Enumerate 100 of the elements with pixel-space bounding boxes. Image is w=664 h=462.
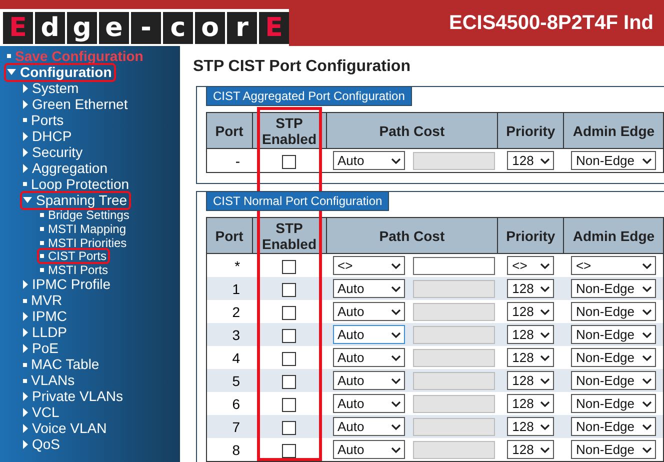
checkbox[interactable] xyxy=(282,306,296,320)
port-cell: - xyxy=(206,148,252,172)
page-title: STP CIST Port Configuration xyxy=(193,58,412,76)
chevron-down-icon xyxy=(390,422,401,430)
checkbox[interactable] xyxy=(282,420,296,435)
nav-item[interactable]: MSTI Priorities xyxy=(37,234,131,250)
bullet-icon xyxy=(40,226,44,231)
column-header: Port xyxy=(206,218,252,254)
priority-select[interactable]: 128 xyxy=(507,394,554,413)
checkbox[interactable] xyxy=(282,260,296,274)
admin-edge-select[interactable]: Non-Edge xyxy=(570,279,656,298)
priority-select[interactable]: <> xyxy=(507,256,554,275)
chevron-down-icon xyxy=(642,400,652,408)
path-cost-select[interactable]: Auto xyxy=(332,440,405,459)
nav-item[interactable]: Spanning Tree xyxy=(20,190,132,210)
nav-item[interactable]: DHCP xyxy=(20,126,76,146)
chevron-down-icon xyxy=(642,354,652,362)
nav-item[interactable]: Bridge Settings xyxy=(37,206,134,223)
chevron-down-icon xyxy=(642,422,652,430)
port-cell: 8 xyxy=(206,438,252,462)
chevron-down-icon xyxy=(642,330,652,338)
priority-select[interactable]: 128 xyxy=(507,348,554,367)
priority-select[interactable]: 128 xyxy=(507,279,554,298)
column-header: Path Cost xyxy=(326,218,498,254)
chevron-down-icon xyxy=(642,308,652,316)
admin-edge-select[interactable]: Non-Edge xyxy=(570,394,656,413)
admin-edge-select[interactable]: Non-Edge xyxy=(570,371,656,390)
checkbox[interactable] xyxy=(282,328,296,343)
path-cost-select[interactable]: Auto xyxy=(332,302,405,321)
chevron-down-icon xyxy=(540,400,550,408)
path-cost-select[interactable]: Auto xyxy=(332,325,405,344)
priority-select[interactable]: 128 xyxy=(507,151,554,170)
port-cell: 4 xyxy=(206,346,252,369)
logo-letter: E xyxy=(259,12,289,44)
nav-item[interactable]: Security xyxy=(20,142,87,162)
checkbox[interactable] xyxy=(282,374,296,389)
admin-edge-select[interactable]: Non-Edge xyxy=(570,348,656,367)
chevron-down-icon xyxy=(390,308,401,316)
admin-edge-select[interactable]: Non-Edge xyxy=(570,417,656,436)
priority-select[interactable]: 128 xyxy=(507,440,554,459)
path-cost-select[interactable]: Auto xyxy=(332,279,405,298)
column-header: Path Cost xyxy=(326,112,498,148)
path-cost-select[interactable]: Auto xyxy=(332,151,405,170)
nav-item[interactable]: Configuration xyxy=(4,62,116,82)
priority-select[interactable]: 128 xyxy=(507,302,554,321)
admin-edge-select[interactable]: Non-Edge xyxy=(570,440,656,459)
path-cost-select[interactable]: <> xyxy=(332,256,405,275)
path-cost-field[interactable] xyxy=(412,256,495,274)
column-header: Priority xyxy=(497,112,564,148)
chevron-down-icon xyxy=(540,422,550,430)
chevron-down-icon xyxy=(390,400,401,408)
path-cost-select[interactable]: Auto xyxy=(332,371,405,390)
nav-item[interactable]: MSTI Mapping xyxy=(37,220,130,237)
nav-item[interactable]: System xyxy=(20,78,83,98)
checkbox[interactable] xyxy=(282,154,296,169)
chevron-down-icon xyxy=(540,156,550,164)
nav-item[interactable]: Ports xyxy=(20,110,68,130)
priority-select[interactable]: 128 xyxy=(507,371,554,390)
chevron-down-icon xyxy=(390,156,401,164)
port-cell: 1 xyxy=(206,277,252,300)
admin-edge-select[interactable]: Non-Edge xyxy=(570,302,656,321)
chevron-down-icon xyxy=(390,376,401,384)
chevron-down-icon xyxy=(540,330,550,338)
caret-down-icon xyxy=(7,69,16,75)
chevron-down-icon xyxy=(540,376,550,384)
nav-item[interactable]: Aggregation xyxy=(20,158,112,178)
section-title: CIST Normal Port Configuration xyxy=(206,191,390,211)
path-cost-select[interactable]: Auto xyxy=(332,348,405,367)
column-header: Priority xyxy=(497,218,564,254)
admin-edge-select[interactable]: <> xyxy=(570,256,656,275)
chevron-down-icon xyxy=(540,308,550,316)
chevron-down-icon xyxy=(390,446,401,454)
column-header: Admin Edge xyxy=(564,218,664,254)
port-cell: 5 xyxy=(206,369,252,392)
path-cost-select[interactable]: Auto xyxy=(332,394,405,413)
nav-item[interactable]: Green Ethernet xyxy=(20,94,132,114)
admin-edge-select[interactable]: Non-Edge xyxy=(570,151,656,170)
path-cost-select[interactable]: Auto xyxy=(332,417,405,436)
checkbox[interactable] xyxy=(282,444,296,458)
checkbox[interactable] xyxy=(282,398,296,412)
admin-edge-select[interactable]: Non-Edge xyxy=(570,325,656,344)
logo-letter: - xyxy=(131,12,161,44)
column-header: Port xyxy=(206,112,252,148)
caret-down-icon xyxy=(23,197,32,203)
port-cell: 6 xyxy=(206,392,252,415)
bullet-icon xyxy=(7,54,11,58)
caret-right-icon xyxy=(23,280,28,290)
nav-item[interactable]: CIST Ports xyxy=(37,248,110,264)
bullet-icon xyxy=(40,254,44,258)
column-header: STP Enabled xyxy=(252,112,327,148)
priority-select[interactable]: 128 xyxy=(507,417,554,436)
logo-letter: r xyxy=(227,12,257,44)
priority-select[interactable]: 128 xyxy=(507,325,554,344)
nav-item[interactable]: Loop Protection xyxy=(20,174,134,194)
logo-letter: E xyxy=(3,12,33,44)
checkbox[interactable] xyxy=(282,282,296,297)
bullet-icon xyxy=(40,268,44,272)
checkbox[interactable] xyxy=(282,352,296,366)
bullet-icon xyxy=(23,362,27,367)
logo-letter: d xyxy=(35,12,65,44)
